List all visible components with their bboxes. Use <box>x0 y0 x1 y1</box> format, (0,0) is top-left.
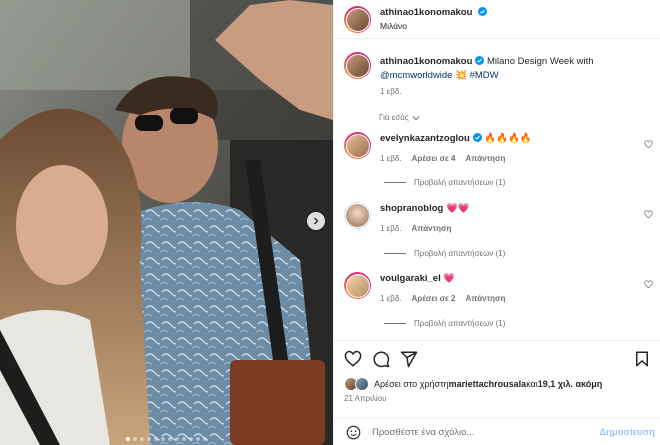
comment-username[interactable]: evelynkazantzoglou <box>380 133 470 144</box>
emoji-icon[interactable] <box>346 425 361 440</box>
comment-like-heart-icon[interactable] <box>644 280 653 289</box>
comment-reply-button[interactable]: Απάντηση <box>466 154 506 163</box>
carousel-dot <box>161 437 165 441</box>
likes-count[interactable]: 19,1 χιλ. ακόμη <box>538 379 602 389</box>
post-media[interactable] <box>0 0 333 445</box>
comment-avatar[interactable] <box>344 202 371 229</box>
add-comment-bar: Προσθέστε ένα σχόλιο... Δημοσίευση <box>334 418 660 445</box>
post-caption: athinao1konomakou Milano Design Week wit… <box>380 55 650 82</box>
comment-reply-button[interactable]: Απάντηση <box>466 294 506 303</box>
view-replies-label: Προβολή απαντήσεων (1) <box>414 178 506 187</box>
likes-middle: και <box>526 379 538 389</box>
carousel-dot <box>175 437 179 441</box>
comment-text: 💗💗 <box>445 203 470 214</box>
comment-reply-button[interactable]: Απάντηση <box>412 224 452 233</box>
likes-summary: Αρέσει στο χρήστη mariettachrousala και … <box>344 376 602 392</box>
post-comment-button[interactable]: Δημοσίευση <box>599 427 655 438</box>
action-bar <box>334 340 660 376</box>
comment-item: shopranoblog 💗💗 1 εβδ. Απάντηση Προβολή … <box>334 202 660 263</box>
comment-time[interactable]: 1 εβδ. <box>380 294 402 303</box>
share-icon[interactable] <box>400 350 418 368</box>
carousel-dot <box>196 437 200 441</box>
view-replies-button[interactable]: Προβολή απαντήσεων (1) <box>384 178 505 187</box>
caption-time[interactable]: 1 εβδ. <box>380 87 402 96</box>
liker-username[interactable]: mariettachrousala <box>449 379 527 389</box>
comment-time[interactable]: 1 εβδ. <box>380 154 402 163</box>
instagram-post: athinao1konomakou Μιλάνο athinao1konomak… <box>0 0 660 445</box>
comment-avatar[interactable] <box>344 132 371 159</box>
carousel-dot <box>126 437 130 441</box>
author-avatar[interactable] <box>344 6 371 33</box>
comment-like-heart-icon[interactable] <box>644 140 653 149</box>
chevron-right-icon <box>314 217 319 225</box>
carousel-dot <box>168 437 172 441</box>
view-replies-label: Προβολή απαντήσεων (1) <box>414 249 506 258</box>
for-you-label: Για εσάς <box>379 113 409 122</box>
post-photo <box>0 0 333 445</box>
caption-avatar[interactable] <box>344 52 371 79</box>
comment-text: 🔥🔥🔥🔥 <box>484 133 532 144</box>
verified-badge-icon <box>472 133 482 142</box>
view-replies-button[interactable]: Προβολή απαντήσεων (1) <box>384 319 505 328</box>
carousel-dot <box>189 437 193 441</box>
caption-username[interactable]: athinao1konomakou <box>380 56 472 67</box>
view-replies-button[interactable]: Προβολή απαντήσεων (1) <box>384 249 505 258</box>
likes-prefix: Αρέσει στο χρήστη <box>374 379 449 389</box>
comment-input[interactable]: Προσθέστε ένα σχόλιο... <box>372 427 474 438</box>
like-heart-icon[interactable] <box>344 350 362 368</box>
comment-item: evelynkazantzoglou 🔥🔥🔥🔥 1 εβδ. Αρέσει σε… <box>334 132 660 193</box>
carousel-dot <box>203 437 207 441</box>
comment-likes[interactable]: Αρέσει σε 4 <box>412 154 456 163</box>
carousel-dot <box>140 437 144 441</box>
comment-text: 💗 <box>443 273 456 284</box>
post-date[interactable]: 21 Απριλίου <box>344 394 386 403</box>
post-header: athinao1konomakou Μιλάνο <box>334 0 660 39</box>
comment-avatar[interactable] <box>344 272 371 299</box>
author-username[interactable]: athinao1konomakou <box>380 7 472 18</box>
caption-text: Milano Design Week with <box>484 56 594 67</box>
save-bookmark-icon[interactable] <box>633 350 651 368</box>
comment-time[interactable]: 1 εβδ. <box>380 224 402 233</box>
caption-mention-link[interactable]: @mcmworldwide <box>380 70 452 81</box>
comment-icon[interactable] <box>372 350 390 368</box>
caption-emoji: 💥 <box>455 69 467 81</box>
view-replies-label: Προβολή απαντήσεων (1) <box>414 319 506 328</box>
liker-avatar <box>355 377 369 391</box>
comment-item: voulgaraki_el 💗 1 εβδ. Αρέσει σε 2 Απάντ… <box>334 272 660 333</box>
comment-like-heart-icon[interactable] <box>644 210 653 219</box>
carousel-indicator <box>0 437 333 441</box>
carousel-dot <box>147 437 151 441</box>
carousel-dot <box>182 437 186 441</box>
post-sidebar: athinao1konomakou Μιλάνο athinao1konomak… <box>333 0 660 445</box>
carousel-dot <box>133 437 137 441</box>
verified-badge-icon <box>477 7 487 16</box>
caption-hashtag-link[interactable]: #MDW <box>470 70 499 81</box>
chevron-down-icon <box>412 115 420 120</box>
post-location[interactable]: Μιλάνο <box>380 21 407 31</box>
for-you-toggle[interactable]: Για εσάς <box>379 113 420 122</box>
next-slide-button[interactable] <box>307 212 325 230</box>
carousel-dot <box>154 437 158 441</box>
comment-username[interactable]: shopranoblog <box>380 203 443 214</box>
comment-likes[interactable]: Αρέσει σε 2 <box>412 294 456 303</box>
comment-username[interactable]: voulgaraki_el <box>380 273 441 284</box>
